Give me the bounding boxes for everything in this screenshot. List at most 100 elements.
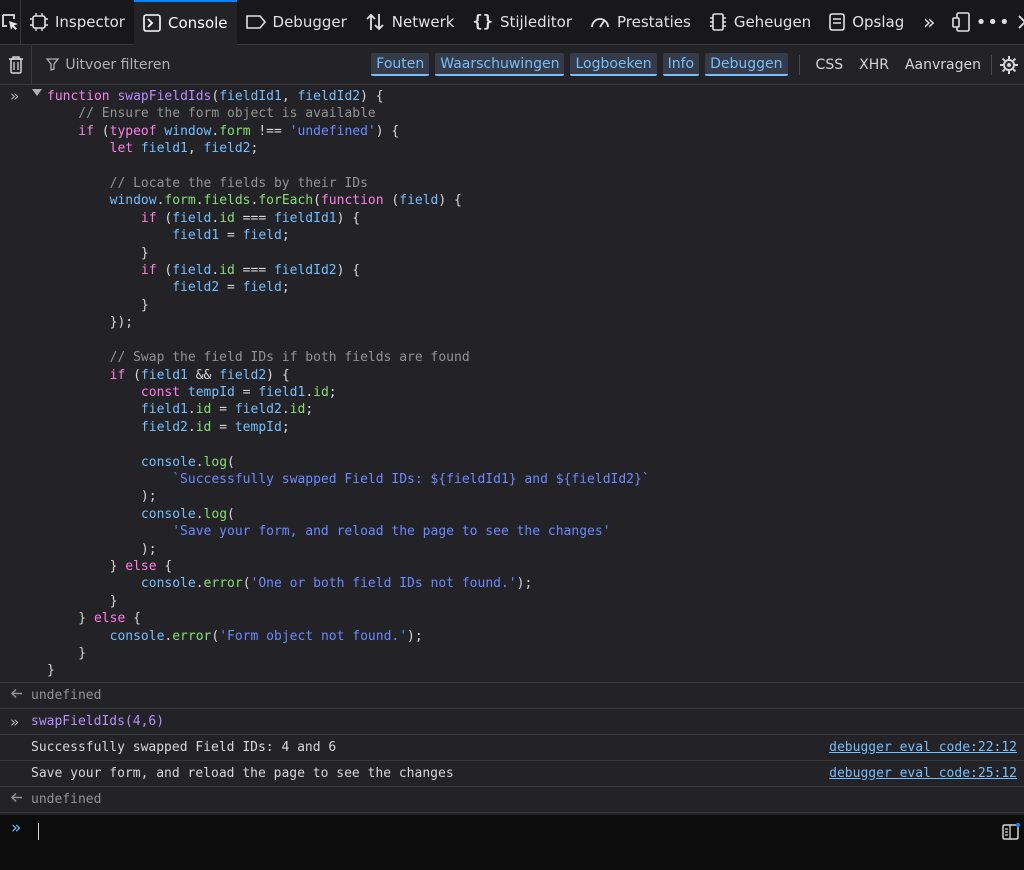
close-icon[interactable] — [1009, 0, 1024, 45]
code-line: let field1, field2; — [47, 141, 259, 157]
collapse-toggle-icon[interactable] — [32, 89, 42, 96]
code-line: field2.id = tempId; — [47, 419, 290, 435]
tab-performance-label: Prestaties — [617, 13, 691, 31]
sidebar-toggle-icon[interactable] — [1002, 822, 1021, 844]
code-line: } else { — [47, 558, 173, 574]
element-picker-button[interactable] — [0, 0, 21, 45]
code-line: ); — [47, 541, 157, 557]
code-line: // Ensure the form object is available — [47, 106, 376, 122]
filter-requests-button[interactable]: Aanvragen — [897, 57, 989, 73]
tab-console[interactable]: Console — [133, 0, 237, 45]
filter-logs-button[interactable]: Logboeken — [570, 53, 657, 76]
log-text: Successfully swapped Field IDs: 4 and 6 — [31, 740, 337, 755]
code-line: } — [47, 593, 118, 609]
code-line: if (field.id === fieldId2) { — [47, 263, 361, 279]
tab-console-label: Console — [167, 14, 228, 32]
result-arrow-icon — [10, 688, 23, 703]
code-line: field2 = field; — [47, 280, 290, 296]
tab-performance[interactable]: Prestaties — [581, 0, 700, 45]
console-icon — [143, 14, 161, 32]
network-arrows-icon — [365, 12, 385, 32]
tab-storage[interactable]: Opslag — [820, 0, 913, 45]
code-line: } — [47, 663, 55, 679]
code-line: field1.id = field2.id; — [47, 402, 314, 418]
console-settings-button[interactable] — [994, 45, 1024, 85]
code-line: console.log( — [47, 454, 235, 470]
input-prompt-icon: » — [10, 87, 20, 105]
filter-xhr-button[interactable]: XHR — [851, 57, 897, 73]
memory-chip-icon — [709, 13, 727, 31]
code-line: field1 = field; — [47, 228, 290, 244]
tab-network[interactable]: Netwerk — [356, 0, 464, 45]
code-line: } — [47, 245, 149, 261]
clear-console-button[interactable] — [0, 44, 33, 85]
code-line: } — [47, 297, 149, 313]
filter-warnings-button[interactable]: Waarschuwingen — [435, 53, 565, 76]
log-text: Save your form, and reload the page to s… — [31, 766, 454, 781]
element-picker-icon — [2, 14, 18, 30]
log-message: Successfully swapped Field IDs: 4 and 6 … — [0, 735, 1024, 761]
code-line: if (field1 && field2) { — [47, 367, 290, 383]
tab-storage-label: Opslag — [852, 13, 905, 31]
braces-icon: {} — [472, 12, 493, 32]
console-command-message: » swapFieldIds(4,6) — [0, 709, 1024, 735]
result-message: undefined — [0, 683, 1024, 709]
source-location-link[interactable]: debugger eval code:25:12 — [829, 766, 1017, 781]
tab-memory-label: Geheugen — [733, 13, 812, 31]
tab-bar-actions: » ••• — [913, 0, 1024, 45]
text-caret — [38, 823, 39, 840]
code-line: ); — [47, 489, 157, 505]
debugger-icon — [245, 14, 266, 30]
source-location-link[interactable]: debugger eval code:22:12 — [829, 740, 1017, 755]
tab-debugger[interactable]: Debugger — [237, 0, 356, 45]
command-text: swapFieldIds(4,6) — [31, 714, 165, 729]
filter-output-input[interactable]: Uitvoer filteren — [32, 57, 368, 73]
code-line: } else { — [47, 611, 141, 627]
devtools-tab-bar: Inspector Console Debugger Netwerk {} St… — [0, 0, 1024, 45]
responsive-design-mode-icon[interactable] — [945, 0, 977, 45]
code-line: // Locate the fields by their IDs — [47, 176, 368, 192]
result-message: undefined — [0, 787, 1024, 813]
inspector-icon — [30, 13, 48, 31]
console-command-message: » function swapFieldIds(fieldId1, fieldI… — [0, 86, 1024, 683]
tab-inspector[interactable]: Inspector — [21, 0, 134, 45]
input-prompt-icon: » — [11, 818, 22, 838]
console-input[interactable]: » — [0, 815, 1024, 870]
meatball-menu-icon[interactable]: ••• — [976, 0, 1010, 45]
tab-memory[interactable]: Geheugen — [700, 0, 820, 45]
more-tabs-chevron-icon[interactable]: » — [913, 0, 945, 45]
filter-errors-button[interactable]: Fouten — [371, 53, 430, 76]
code-line: // Swap the field IDs if both fields are… — [47, 350, 470, 366]
tab-network-label: Netwerk — [391, 13, 455, 31]
toolbar-divider — [798, 54, 800, 75]
filter-css-button[interactable]: CSS — [808, 57, 852, 73]
filter-debug-button[interactable]: Debuggen — [705, 53, 788, 76]
code-line: const tempId = field1.id; — [47, 384, 337, 400]
code-line: if (typeof window.form !== 'undefined') … — [47, 123, 400, 139]
console-output: » function swapFieldIds(fieldId1, fieldI… — [0, 86, 1024, 814]
code-line: console.error('Form object not found.'); — [47, 628, 423, 644]
code-line: console.error('One or both field IDs not… — [47, 576, 533, 592]
gear-icon — [1000, 55, 1018, 74]
storage-icon — [829, 13, 845, 31]
funnel-icon — [46, 58, 60, 71]
filter-info-button[interactable]: Info — [662, 53, 700, 76]
trash-icon — [8, 56, 23, 74]
filter-placeholder: Uitvoer filteren — [65, 56, 171, 73]
tab-style-editor[interactable]: {} Stijleditor — [463, 0, 581, 45]
code-line: 'Save your form, and reload the page to … — [47, 524, 611, 540]
code-line: console.log( — [47, 506, 235, 522]
code-line: window.form.fields.forEach(function (fie… — [47, 193, 462, 209]
code-line: `Successfully swapped Field IDs: ${field… — [47, 471, 650, 487]
result-arrow-icon — [10, 792, 23, 807]
code-line: }); — [47, 315, 134, 331]
code-block: function swapFieldIds(fieldId1, fieldId2… — [0, 86, 1024, 680]
console-toolbar: Uitvoer filteren Fouten Waarschuwingen L… — [0, 44, 1024, 85]
code-line: function swapFieldIds(fieldId1, fieldId2… — [47, 89, 384, 104]
tab-debugger-label: Debugger — [272, 13, 347, 31]
log-message: Save your form, and reload the page to s… — [0, 761, 1024, 787]
tab-style-editor-label: Stijleditor — [499, 13, 572, 31]
input-prompt-icon: » — [10, 712, 20, 731]
code-line: } — [47, 646, 87, 661]
tab-inspector-label: Inspector — [55, 13, 125, 31]
